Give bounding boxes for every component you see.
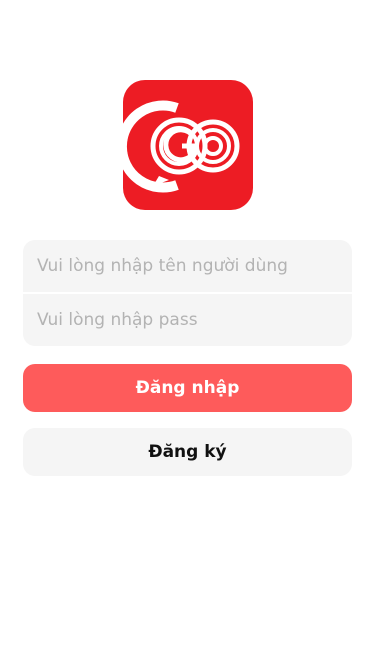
register-button[interactable]: Đăng ký [23,428,352,476]
app-logo-tile: GO [123,80,253,210]
password-row [23,292,352,346]
login-screen: GO Đăng nhập Đăng ký [0,0,375,667]
username-input[interactable] [23,240,352,292]
login-form [23,240,352,346]
app-logo: GO [123,80,253,210]
login-button[interactable]: Đăng nhập [23,364,352,412]
username-row [23,240,352,292]
password-input[interactable] [23,294,352,346]
cgo-logo-icon [123,100,240,193]
